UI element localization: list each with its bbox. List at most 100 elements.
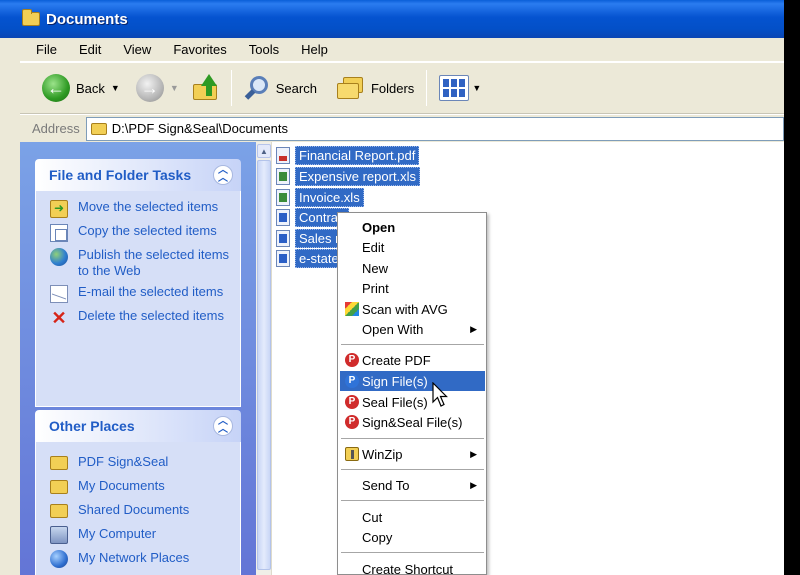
menu-separator	[341, 438, 484, 439]
task-email[interactable]: E-mail the selected items	[50, 284, 234, 303]
task-label: E-mail the selected items	[78, 284, 224, 299]
views-button[interactable]: ▼	[435, 68, 485, 108]
panel-title: File and Folder Tasks	[49, 167, 192, 183]
excel-file-icon	[276, 167, 290, 185]
menu-edit[interactable]: Edit	[75, 40, 105, 59]
place-my-documents[interactable]: My Documents	[50, 474, 234, 498]
avg-icon	[345, 302, 359, 316]
panel-header[interactable]: File and Folder Tasks ︿ ︿	[35, 159, 241, 191]
menu-item-new[interactable]: New	[340, 258, 485, 278]
menu-item-winzip[interactable]: WinZip ▶	[340, 444, 485, 464]
task-delete[interactable]: ✕ Delete the selected items	[50, 308, 234, 327]
task-publish[interactable]: Publish the selected items to the Web	[50, 247, 234, 279]
menu-view[interactable]: View	[119, 40, 155, 59]
file-item[interactable]: Invoice.xls	[276, 187, 364, 207]
network-icon	[50, 549, 68, 568]
menu-item-cut[interactable]: Cut	[340, 507, 485, 527]
up-folder-button[interactable]	[189, 68, 223, 108]
globe-icon	[50, 248, 68, 266]
search-button[interactable]: Search	[240, 68, 321, 108]
place-my-network-places[interactable]: My Network Places	[50, 546, 234, 570]
menu-separator	[341, 469, 484, 470]
menu-item-open-with[interactable]: Open With ▶	[340, 319, 485, 339]
menu-item-edit[interactable]: Edit	[340, 237, 485, 257]
task-label: Delete the selected items	[78, 308, 224, 323]
address-field[interactable]: D:\PDF Sign&Seal\Documents	[85, 116, 784, 141]
scroll-up-icon[interactable]: ▲	[257, 144, 271, 158]
menu-bar: File Edit View Favorites Tools Help	[20, 38, 784, 62]
panel-header[interactable]: Other Places ︿ ︿	[35, 410, 241, 442]
place-my-computer[interactable]: My Computer	[50, 522, 234, 546]
vertical-scrollbar[interactable]: ▲	[256, 142, 272, 575]
folder-icon	[50, 456, 68, 470]
menu-item-label: Sign File(s)	[362, 373, 428, 389]
search-icon	[244, 74, 270, 102]
views-dropdown-icon[interactable]: ▼	[472, 83, 481, 93]
task-label: Copy the selected items	[78, 223, 217, 238]
menu-item-open[interactable]: Open	[340, 217, 485, 237]
panel-body: Move the selected items Copy the selecte…	[35, 191, 241, 407]
forward-dropdown-icon[interactable]: ▼	[170, 83, 179, 93]
menu-item-label: Create PDF	[362, 352, 431, 368]
views-icon	[439, 75, 470, 101]
folders-label: Folders	[370, 80, 415, 96]
title-bar[interactable]: Documents	[0, 0, 784, 38]
submenu-arrow-icon: ▶	[470, 448, 477, 459]
menu-item-copy[interactable]: Copy	[340, 527, 485, 547]
task-move[interactable]: Move the selected items	[50, 199, 234, 218]
scroll-thumb[interactable]	[257, 160, 271, 570]
collapse-icon[interactable]: ︿ ︿	[213, 416, 233, 436]
menu-favorites[interactable]: Favorites	[169, 40, 230, 59]
back-label: Back	[76, 80, 105, 96]
address-path: D:\PDF Sign&Seal\Documents	[111, 121, 288, 136]
file-item[interactable]: Expensive report.xls	[276, 166, 421, 186]
copy-icon	[50, 224, 68, 242]
panel-body: PDF Sign&Seal My Documents Shared Docume…	[35, 442, 241, 575]
folders-button[interactable]: Folders	[333, 68, 418, 108]
place-pdf-sign-seal[interactable]: PDF Sign&Seal	[50, 450, 234, 474]
menu-item-send-to[interactable]: Send To ▶	[340, 475, 485, 495]
place-label: My Computer	[78, 526, 157, 541]
other-places-panel: Other Places ︿ ︿ PDF Sign&Seal My Documen…	[35, 410, 241, 575]
menu-item-label: Open With	[362, 321, 424, 337]
back-arrow-icon: ←	[42, 74, 70, 102]
back-button[interactable]: ← Back ▼	[38, 68, 124, 108]
menu-separator	[341, 552, 484, 553]
window-title: Documents	[46, 10, 128, 28]
file-item[interactable]: Financial Report.pdf	[276, 145, 420, 165]
folder-icon	[50, 480, 68, 494]
file-name: Financial Report.pdf	[295, 145, 420, 165]
place-label: Shared Documents	[78, 502, 190, 517]
menu-file[interactable]: File	[32, 40, 61, 59]
menu-item-print[interactable]: Print	[340, 278, 485, 298]
word-file-icon	[276, 229, 290, 247]
menu-item-create-shortcut[interactable]: Create Shortcut	[340, 559, 485, 575]
pdf-sign-seal-icon: P	[345, 415, 359, 429]
forward-button[interactable]: → ▼	[132, 68, 183, 108]
menu-item-scan-avg[interactable]: Scan with AVG	[340, 299, 485, 319]
menu-separator	[341, 344, 484, 345]
file-name: e-state	[295, 248, 343, 268]
email-icon	[50, 285, 68, 303]
back-dropdown-icon[interactable]: ▼	[111, 83, 120, 93]
menu-item-create-pdf[interactable]: P Create PDF	[340, 350, 485, 370]
file-item[interactable]: e-state	[276, 248, 343, 268]
place-shared-documents[interactable]: Shared Documents	[50, 498, 234, 522]
explorer-window: Documents File Edit View Favorites Tools…	[0, 0, 784, 575]
menu-item-seal-files[interactable]: P Seal File(s)	[340, 392, 485, 412]
winzip-icon	[345, 447, 359, 461]
menu-item-sign-files[interactable]: P Sign File(s)	[340, 371, 485, 391]
move-icon	[50, 200, 68, 218]
delete-icon: ✕	[51, 308, 67, 328]
pdf-file-icon	[276, 146, 290, 164]
submenu-arrow-icon: ▶	[470, 479, 477, 490]
menu-tools[interactable]: Tools	[245, 40, 283, 59]
excel-file-icon	[276, 188, 290, 206]
place-label: My Network Places	[78, 550, 190, 565]
menu-item-sign-seal-files[interactable]: P Sign&Seal File(s)	[340, 412, 485, 432]
task-label: Move the selected items	[78, 199, 219, 214]
task-copy[interactable]: Copy the selected items	[50, 223, 234, 242]
menu-help[interactable]: Help	[297, 40, 332, 59]
up-folder-icon	[192, 74, 219, 102]
collapse-icon[interactable]: ︿ ︿	[213, 165, 233, 185]
